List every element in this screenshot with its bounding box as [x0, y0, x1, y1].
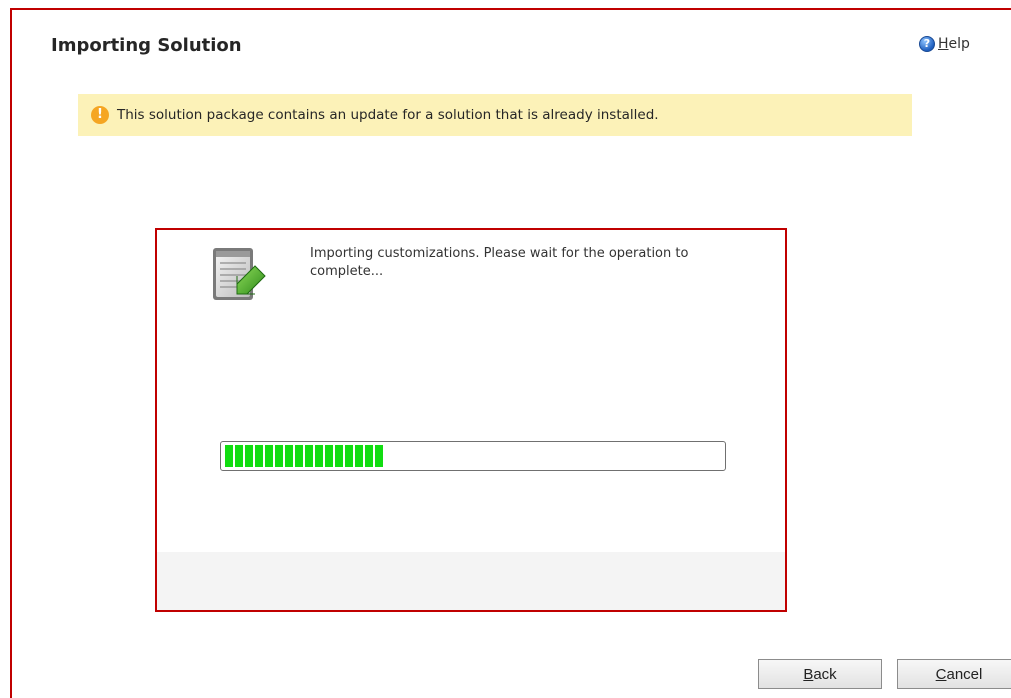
progress-fill — [225, 445, 384, 467]
warning-icon: ! — [91, 106, 109, 124]
cancel-button[interactable]: Cancel — [897, 659, 1011, 689]
import-status-text: Importing customizations. Please wait fo… — [310, 246, 689, 279]
dialog-footer — [157, 552, 785, 610]
import-progress-bar — [220, 441, 726, 471]
back-button[interactable]: Back — [758, 659, 882, 689]
help-icon: ? — [919, 36, 935, 52]
page-title: Importing Solution — [51, 35, 242, 56]
help-label: Help — [938, 36, 970, 52]
import-document-icon — [213, 248, 266, 300]
help-link[interactable]: ? Help — [919, 36, 970, 52]
update-notice-banner: ! This solution package contains an upda… — [78, 94, 912, 136]
progress-dialog: Importing customizations. Please wait fo… — [155, 228, 787, 612]
notice-text: This solution package contains an update… — [117, 107, 659, 123]
